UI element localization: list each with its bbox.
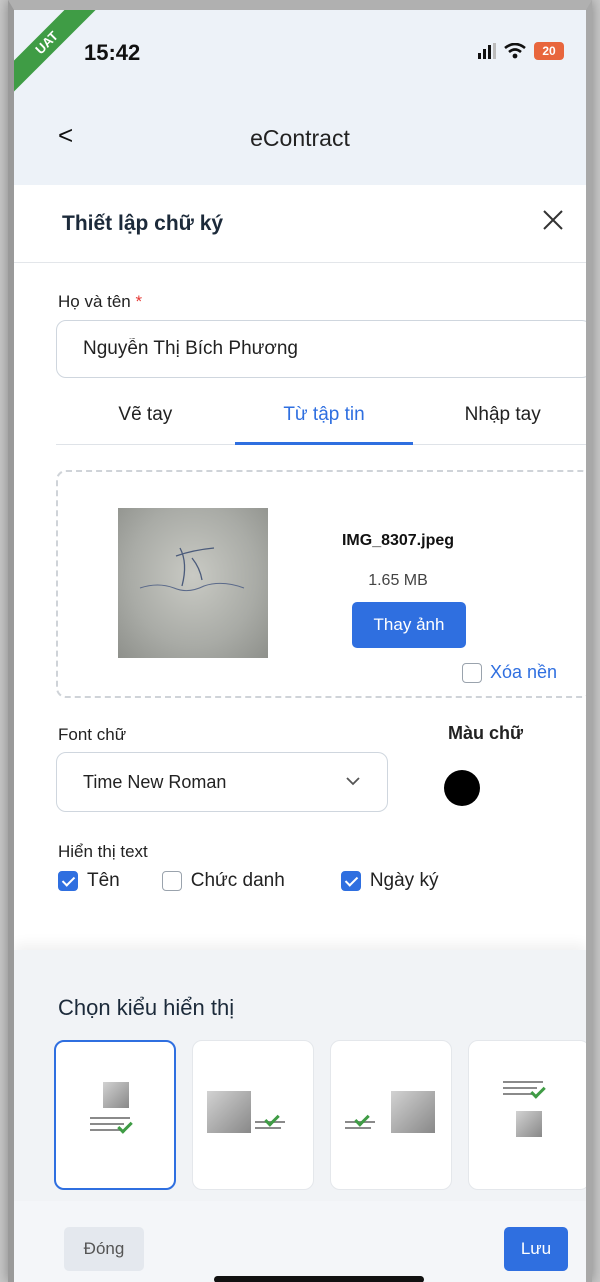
show-name-label: Tên <box>87 870 120 891</box>
style-preview-text <box>503 1087 537 1089</box>
name-label: Họ và tên * <box>58 292 142 312</box>
show-title-label: Chức danh <box>190 870 285 891</box>
check-icon <box>530 1083 546 1099</box>
style-preview-text <box>90 1117 130 1119</box>
signature-settings-panel: Thiết lập chữ ký Họ và tên * Vẽ tay Từ t… <box>14 185 586 1282</box>
tab-draw[interactable]: Vẽ tay <box>56 390 235 444</box>
panel-title: Thiết lập chữ ký <box>62 212 224 235</box>
show-title-box[interactable] <box>161 871 182 891</box>
save-button[interactable]: Lưu <box>504 1227 568 1271</box>
style-preview-image <box>207 1091 251 1133</box>
tab-type[interactable]: Nhập tay <box>413 390 586 444</box>
show-date-checkbox[interactable]: Ngày ký <box>340 870 439 892</box>
remove-background-checkbox[interactable]: Xóa nền <box>462 662 557 683</box>
style-preview-text <box>503 1081 543 1083</box>
style-preview-text <box>255 1127 281 1129</box>
text-color-label: Màu chữ <box>448 723 524 743</box>
signature-scribble-icon <box>139 547 245 592</box>
upload-box: IMG_8307.jpeg 1.65 MB Thay ảnh Xóa nền <box>56 470 586 698</box>
required-mark: * <box>135 292 143 311</box>
close-button[interactable]: Đóng <box>64 1227 144 1271</box>
check-icon <box>117 1118 133 1134</box>
wifi-icon <box>504 43 526 59</box>
display-style-option-2[interactable] <box>192 1040 314 1190</box>
display-style-option-3[interactable] <box>330 1040 452 1190</box>
show-title-checkbox[interactable]: Chức danh <box>161 870 285 892</box>
font-select-value: Time New Roman <box>83 772 227 792</box>
tab-from-file[interactable]: Từ tập tin <box>234 390 414 445</box>
display-style-option-4[interactable] <box>468 1040 586 1190</box>
full-name-input[interactable] <box>56 320 586 378</box>
chevron-down-icon <box>346 777 360 786</box>
show-text-label: Hiển thị text <box>58 842 148 861</box>
font-select[interactable]: Time New Roman <box>56 752 388 812</box>
text-color-swatch[interactable] <box>444 770 480 806</box>
status-icons: 20 <box>478 42 564 60</box>
font-label: Font chữ <box>58 725 127 744</box>
style-preview-text <box>345 1127 371 1129</box>
status-time: 15:42 <box>84 40 141 65</box>
signature-tabs: Vẽ tay Từ tập tin Nhập tay <box>56 390 586 445</box>
display-style-title: Chọn kiểu hiển thị <box>58 995 235 1020</box>
check-icon <box>264 1111 280 1127</box>
panel-header: Thiết lập chữ ký <box>14 185 586 263</box>
close-icon[interactable] <box>540 207 566 233</box>
name-label-text: Họ và tên <box>58 292 131 311</box>
footer-bar: Đóng Lưu <box>14 1201 586 1282</box>
home-indicator <box>214 1276 424 1282</box>
signal-icon <box>478 43 496 59</box>
show-name-checkbox[interactable]: Tên <box>58 870 120 892</box>
show-date-box[interactable] <box>340 871 361 891</box>
display-style-option-1[interactable] <box>54 1040 176 1190</box>
file-size: 1.65 MB <box>368 572 428 589</box>
check-icon <box>354 1111 370 1127</box>
signature-image <box>118 508 268 658</box>
top-area: UAT 15:42 20 < eContract <box>14 10 586 185</box>
display-style-options <box>54 1040 586 1190</box>
file-name: IMG_8307.jpeg <box>341 532 455 549</box>
style-preview-text <box>90 1129 120 1131</box>
battery-icon: 20 <box>534 42 564 60</box>
style-preview-image <box>516 1111 542 1137</box>
show-name-box[interactable] <box>58 871 78 891</box>
remove-background-box[interactable] <box>462 662 482 683</box>
app-title: eContract <box>250 125 350 151</box>
style-preview-image <box>103 1082 129 1108</box>
change-image-button[interactable]: Thay ảnh <box>352 602 466 648</box>
style-preview-text <box>503 1093 533 1095</box>
show-date-label: Ngày ký <box>369 870 439 891</box>
phone-screen: UAT 15:42 20 < eContract Thiết lập chữ k… <box>8 0 592 1282</box>
remove-background-label: Xóa nền <box>490 662 558 682</box>
style-preview-image <box>391 1091 435 1133</box>
show-text-options: Tên Chức danh Ngày ký <box>58 870 438 892</box>
